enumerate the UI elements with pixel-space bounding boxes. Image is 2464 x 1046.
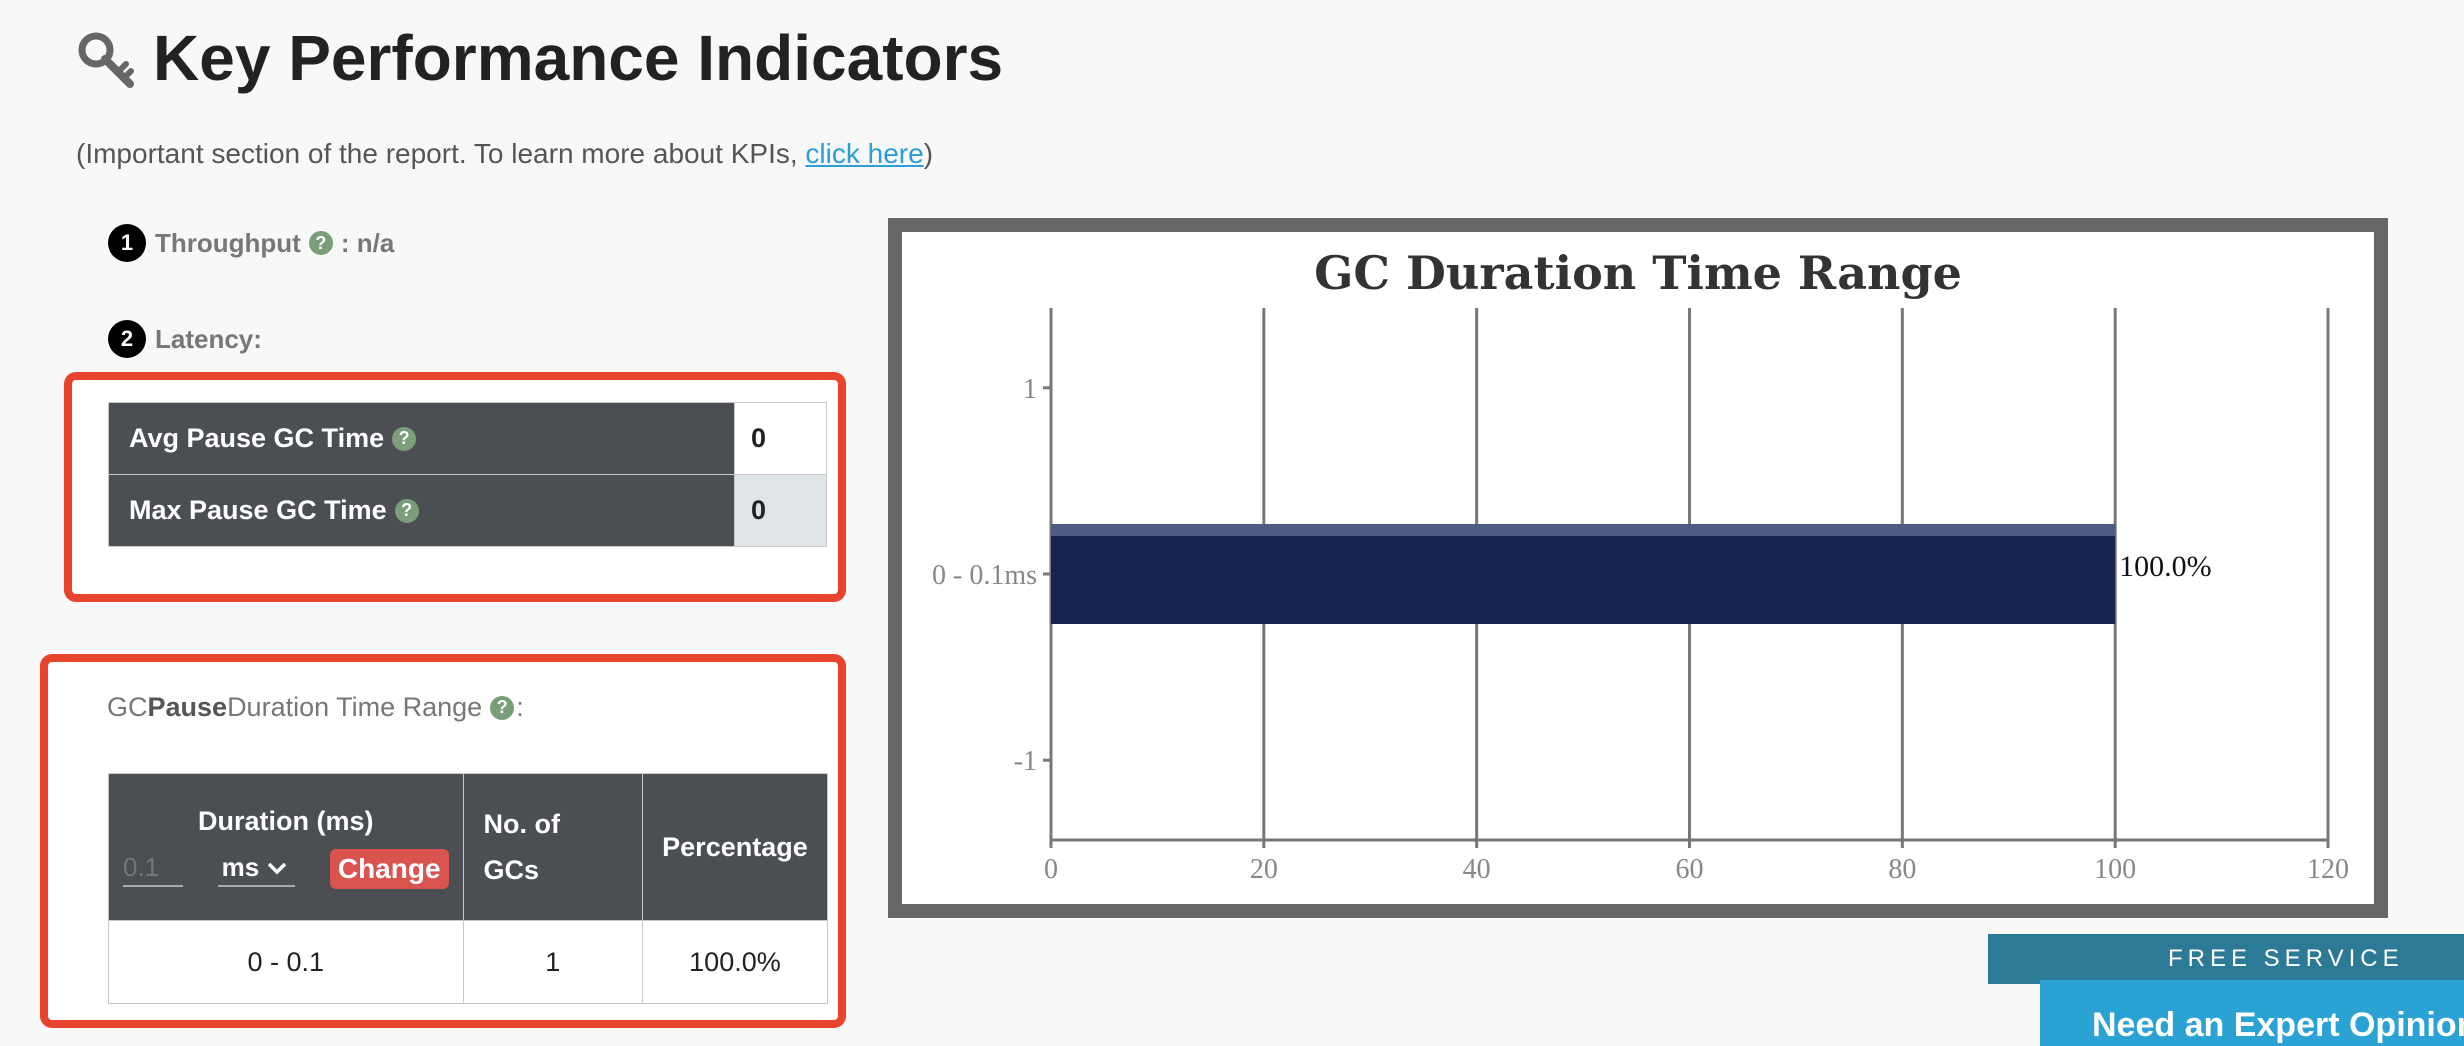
x-tick-label: 80 <box>1888 854 1916 885</box>
unit-select-value: ms <box>221 852 260 882</box>
key-icon <box>76 30 136 90</box>
throughput-label: Throughput <box>155 227 301 258</box>
gcs-cell: 1 <box>462 920 643 1004</box>
throughput-value: : n/a <box>340 227 395 258</box>
kpi-learn-more-link[interactable]: click here <box>805 138 923 169</box>
avg-pause-label-cell: Avg Pause GC Time ? <box>108 402 735 475</box>
pause-duration-caption: GC Pause Duration Time Range ? : <box>107 692 524 723</box>
chart-svg: 0 20 40 60 80 100 120 1 0 - 0.1ms -1 100.0% <box>932 308 2349 885</box>
x-tick-label: 120 <box>2307 854 2349 885</box>
duration-header-label: Duration (ms) <box>198 805 374 836</box>
x-tick-label: 0 <box>1044 854 1058 885</box>
throughput-kpi: 1 Throughput ? : n/a <box>108 224 394 262</box>
percentage-header: Percentage <box>641 773 829 921</box>
y-tick-label: -1 <box>1014 746 1037 777</box>
avg-pause-label: Avg Pause GC Time <box>129 423 385 453</box>
pause-duration-table: Duration (ms) ms Change No. of GCs Perce… <box>108 773 829 1004</box>
caption-suffix: Duration Time Range <box>227 692 483 722</box>
gc-duration-chart: GC Duration Time Range 0 20 40 60 80 100 120 1 0… <box>888 218 2388 918</box>
x-tick-label: 60 <box>1676 854 1704 885</box>
chart-title: GC Duration Time Range <box>1314 246 1962 300</box>
chart-bar <box>1051 524 2116 624</box>
help-icon[interactable]: ? <box>308 231 333 255</box>
gcs-header: No. of GCs <box>462 773 643 921</box>
table-header-row: Duration (ms) ms Change No. of GCs Perce… <box>108 773 829 921</box>
avg-pause-value: 0 <box>734 402 827 475</box>
table-row: Avg Pause GC Time ? 0 <box>108 402 827 475</box>
subtitle-text: (Important section of the report. To lea… <box>76 138 806 169</box>
chevron-down-icon <box>267 862 287 874</box>
duration-cell: 0 - 0.1 <box>108 920 464 1004</box>
max-pause-value: 0 <box>734 474 827 547</box>
help-icon[interactable]: ? <box>490 695 515 720</box>
max-pause-label-cell: Max Pause GC Time ? <box>108 474 735 547</box>
latency-label: Latency: <box>155 323 262 354</box>
subtitle-close: ) <box>923 138 934 169</box>
free-service-banner[interactable]: FREE SERVICE <box>1988 934 2464 984</box>
caption-bold: Pause <box>147 692 228 722</box>
x-tick-label: 40 <box>1463 854 1491 885</box>
expert-opinion-button[interactable]: Need an Expert Opinion? <box>2040 980 2464 1046</box>
caption-prefix: GC <box>107 692 148 722</box>
change-button[interactable]: Change <box>329 848 449 889</box>
number-badge-1: 1 <box>108 224 146 262</box>
duration-header: Duration (ms) ms Change <box>108 773 464 921</box>
help-icon[interactable]: ? <box>392 426 417 451</box>
x-tick-label: 20 <box>1250 854 1278 885</box>
bar-data-label: 100.0% <box>2119 550 2212 583</box>
percentage-cell: 100.0% <box>641 920 829 1004</box>
latency-kpi: 2 Latency: <box>108 320 262 358</box>
subtitle: (Important section of the report. To lea… <box>76 136 933 172</box>
page-title: Key Performance Indicators <box>153 22 1004 94</box>
unit-select[interactable]: ms <box>217 850 296 887</box>
table-row: 0 - 0.1 1 100.0% <box>108 920 829 1004</box>
x-tick-label: 100 <box>2094 854 2136 885</box>
help-icon[interactable]: ? <box>394 498 419 523</box>
number-badge-2: 2 <box>108 320 146 358</box>
table-row: Max Pause GC Time ? 0 <box>108 474 827 547</box>
duration-input[interactable] <box>123 850 183 887</box>
chart-bar-highlight <box>1051 524 2116 536</box>
latency-table: Avg Pause GC Time ? 0 Max Pause GC Time … <box>108 402 827 547</box>
y-tick-label: 1 <box>1023 374 1037 405</box>
caption-colon: : <box>516 692 524 722</box>
max-pause-label: Max Pause GC Time <box>129 495 387 525</box>
y-tick-label: 0 - 0.1ms <box>932 560 1037 591</box>
